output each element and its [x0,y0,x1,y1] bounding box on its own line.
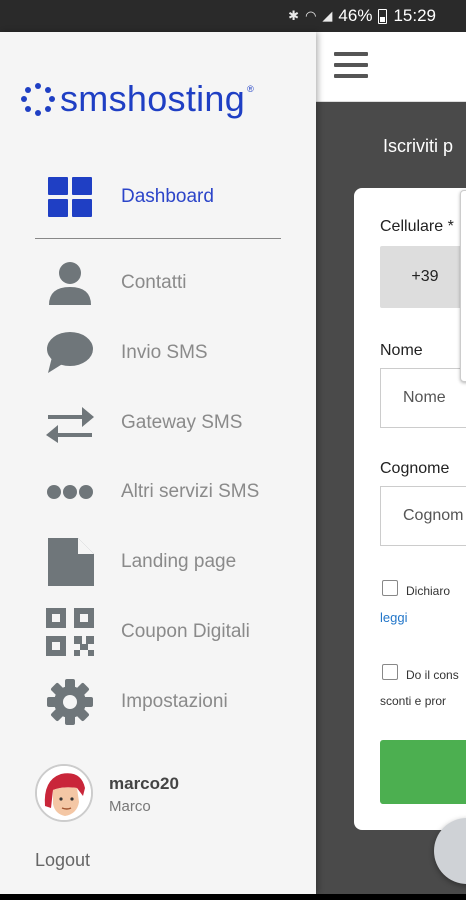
battery-icon [378,8,388,24]
dashboard-icon [46,173,94,221]
marketing-subtext: sconti e pror [380,694,447,708]
signup-title: Iscriviti p [383,136,454,156]
wifi-icon: ◠ [305,8,317,23]
bluetooth-icon: ✱ [288,8,300,23]
status-bar: ✱ ◠ ◢ 46% 15:29 [0,0,466,32]
app-content: Iscriviti p Cellulare * +39 Nome Nome Co… [316,32,466,894]
document-icon [46,538,94,586]
menu-label-dashboard: Dashboard [121,186,214,207]
menu-item-impostazioni[interactable]: Impostazioni [0,671,316,733]
country-prefix-select[interactable]: +39 [380,246,466,308]
menu-label-invio-sms: Invio SMS [121,342,208,363]
marketing-text: Do il cons [406,668,459,682]
avatar [35,764,93,822]
menu-label-coupon-digitali: Coupon Digitali [121,621,250,642]
navigation-drawer: smshosting ® Dashboard Contatti Invio SM… [0,32,316,894]
menu-item-invio-sms[interactable]: Invio SMS [0,322,316,384]
hamburger-menu-icon[interactable] [334,52,368,82]
battery-percent: 46% [338,6,373,25]
privacy-checkbox[interactable] [382,580,398,596]
privacy-text: Dichiaro [406,584,451,598]
logo-dots-icon [20,81,56,117]
menu-label-altri-servizi: Altri servizi SMS [121,481,260,502]
system-nav-bar [0,894,466,900]
menu-label-gateway-sms: Gateway SMS [121,412,243,433]
nome-input[interactable]: Nome [380,368,466,428]
menu-item-contatti[interactable]: Contatti [0,252,316,314]
menu-label-landing-page: Landing page [121,551,237,572]
cognome-label: Cognome [380,460,450,477]
signal-icon: ◢ [322,8,333,23]
dropdown-popup [460,190,466,382]
menu-item-coupon-digitali[interactable]: Coupon Digitali [0,601,316,663]
logo-text: smshosting [60,78,246,119]
user-full-name: Marco [109,798,151,815]
menu-item-gateway-sms[interactable]: Gateway SMS [0,392,316,454]
submit-button[interactable] [380,740,466,804]
exchange-arrows-icon [46,399,94,447]
cognome-input[interactable]: Cognom [380,486,466,546]
nome-label: Nome [380,342,423,359]
privacy-read-link[interactable]: leggi [380,610,407,625]
chat-bubble-icon [46,329,94,377]
more-dots-icon [46,468,94,516]
qr-code-icon [46,608,94,656]
menu-item-landing-page[interactable]: Landing page [0,531,316,593]
user-profile[interactable]: marco20 Marco [35,764,295,824]
username: marco20 [109,774,179,793]
menu-label-contatti: Contatti [121,272,187,293]
signup-form: Cellulare * +39 Nome Nome Cognome Cognom… [354,188,466,830]
gear-icon [46,678,94,726]
menu-item-dashboard[interactable]: Dashboard [0,166,316,228]
menu-divider [35,238,281,239]
marketing-checkbox[interactable] [382,664,398,680]
logo: smshosting ® [20,78,254,120]
menu-item-altri-servizi[interactable]: Altri servizi SMS [0,461,316,523]
cellulare-label: Cellulare * [380,218,454,235]
clock: 15:29 [393,6,436,25]
menu-label-impostazioni: Impostazioni [121,691,228,712]
registered-mark: ® [247,84,254,94]
logout-link[interactable]: Logout [35,850,90,871]
app-header [316,32,466,102]
contacts-icon [46,259,94,307]
